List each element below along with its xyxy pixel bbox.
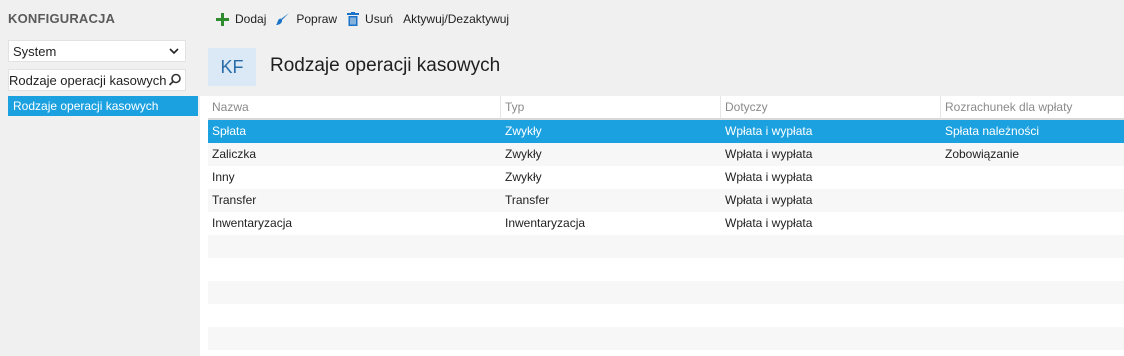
delete-button-label: Usuń (365, 12, 394, 26)
trash-icon (347, 12, 360, 26)
delete-button[interactable]: Usuń (347, 12, 393, 26)
chevron-down-icon (169, 48, 179, 55)
search-icon[interactable] (168, 73, 182, 87)
cell-typ: Zwykły (505, 124, 542, 138)
cell-rozrachunek (941, 212, 945, 235)
cell-rozrachunek: Zobowiązanie (945, 147, 1020, 161)
cell-typ: Transfer (505, 193, 550, 207)
table-row[interactable]: Spłata Zwykły Wpłata i wypłata Spłata na… (208, 120, 1124, 143)
cell-typ: Inwentaryzacja (505, 216, 586, 230)
edit-button-label: Popraw (296, 12, 338, 26)
cell-nazwa: Inny (212, 170, 235, 184)
data-grid: Nazwa Typ Dotyczy Rozrachunek dla wpłaty… (208, 96, 1124, 356)
cell-rozrachunek (941, 166, 945, 189)
module-badge: KF (208, 48, 256, 86)
table-row[interactable]: Inwentaryzacja Inwentaryzacja Wpłata i w… (208, 212, 1124, 235)
table-row[interactable]: Transfer Transfer Wpłata i wypłata (208, 189, 1124, 212)
sidebar: KONFIGURACJA System Rodzaje operacji kas… (0, 0, 200, 356)
cell-rozrachunek (941, 189, 945, 212)
column-header-rozrachunek[interactable]: Rozrachunek dla wpłaty (940, 96, 1124, 118)
empty-row (208, 327, 1124, 350)
grid-header: Nazwa Typ Dotyczy Rozrachunek dla wpłaty (208, 96, 1124, 120)
empty-row (208, 350, 1124, 356)
sidebar-title: KONFIGURACJA (8, 11, 116, 26)
cell-dotyczy: Wpłata i wypłata (725, 170, 813, 184)
cell-dotyczy: Wpłata i wypłata (725, 124, 813, 138)
sidebar-item-rodzaje-operacji[interactable]: Rodzaje operacji kasowych (8, 96, 198, 116)
column-header-nazwa[interactable]: Nazwa (208, 96, 500, 118)
table-row[interactable]: Zaliczka Zwykły Wpłata i wypłata Zobowią… (208, 143, 1124, 166)
column-header-dotyczy[interactable]: Dotyczy (720, 96, 940, 118)
cell-dotyczy: Wpłata i wypłata (725, 193, 813, 207)
empty-row (208, 281, 1124, 304)
cell-typ: Zwykły (505, 170, 542, 184)
cell-nazwa: Transfer (212, 193, 257, 207)
cell-nazwa: Spłata (212, 124, 247, 138)
main-panel: KF Rodzaje operacji kasowych Nazwa Typ D… (200, 38, 1124, 356)
cell-dotyczy: Wpłata i wypłata (725, 216, 813, 230)
system-select-value: System (13, 43, 57, 59)
table-row[interactable]: Inny Zwykły Wpłata i wypłata (208, 166, 1124, 189)
add-button[interactable]: Dodaj (216, 12, 266, 26)
toolbar: Dodaj Popraw Usuń Aktywuj/Dezaktywuj (200, 0, 1124, 38)
toggle-active-button[interactable]: Aktywuj/Dezaktywuj (403, 12, 509, 26)
page-title: Rodzaje operacji kasowych (270, 55, 501, 76)
empty-row (208, 235, 1124, 258)
system-select[interactable]: System (8, 40, 186, 62)
cell-nazwa: Inwentaryzacja (212, 216, 293, 230)
search-input-value: Rodzaje operacji kasowych (9, 73, 167, 88)
column-header-typ[interactable]: Typ (500, 96, 720, 118)
empty-row (208, 258, 1124, 281)
cell-dotyczy: Wpłata i wypłata (725, 147, 813, 161)
toggle-active-button-label: Aktywuj/Dezaktywuj (403, 12, 510, 26)
cell-typ: Zwykły (505, 147, 542, 161)
main-header: KF Rodzaje operacji kasowych (200, 38, 1124, 96)
brush-icon (276, 13, 290, 25)
plus-icon (216, 12, 229, 26)
edit-button[interactable]: Popraw (276, 12, 337, 26)
empty-row (208, 304, 1124, 327)
cell-rozrachunek: Spłata należności (945, 124, 1040, 138)
cell-nazwa: Zaliczka (212, 147, 257, 161)
search-input[interactable]: Rodzaje operacji kasowych (8, 69, 186, 91)
add-button-label: Dodaj (235, 12, 267, 26)
